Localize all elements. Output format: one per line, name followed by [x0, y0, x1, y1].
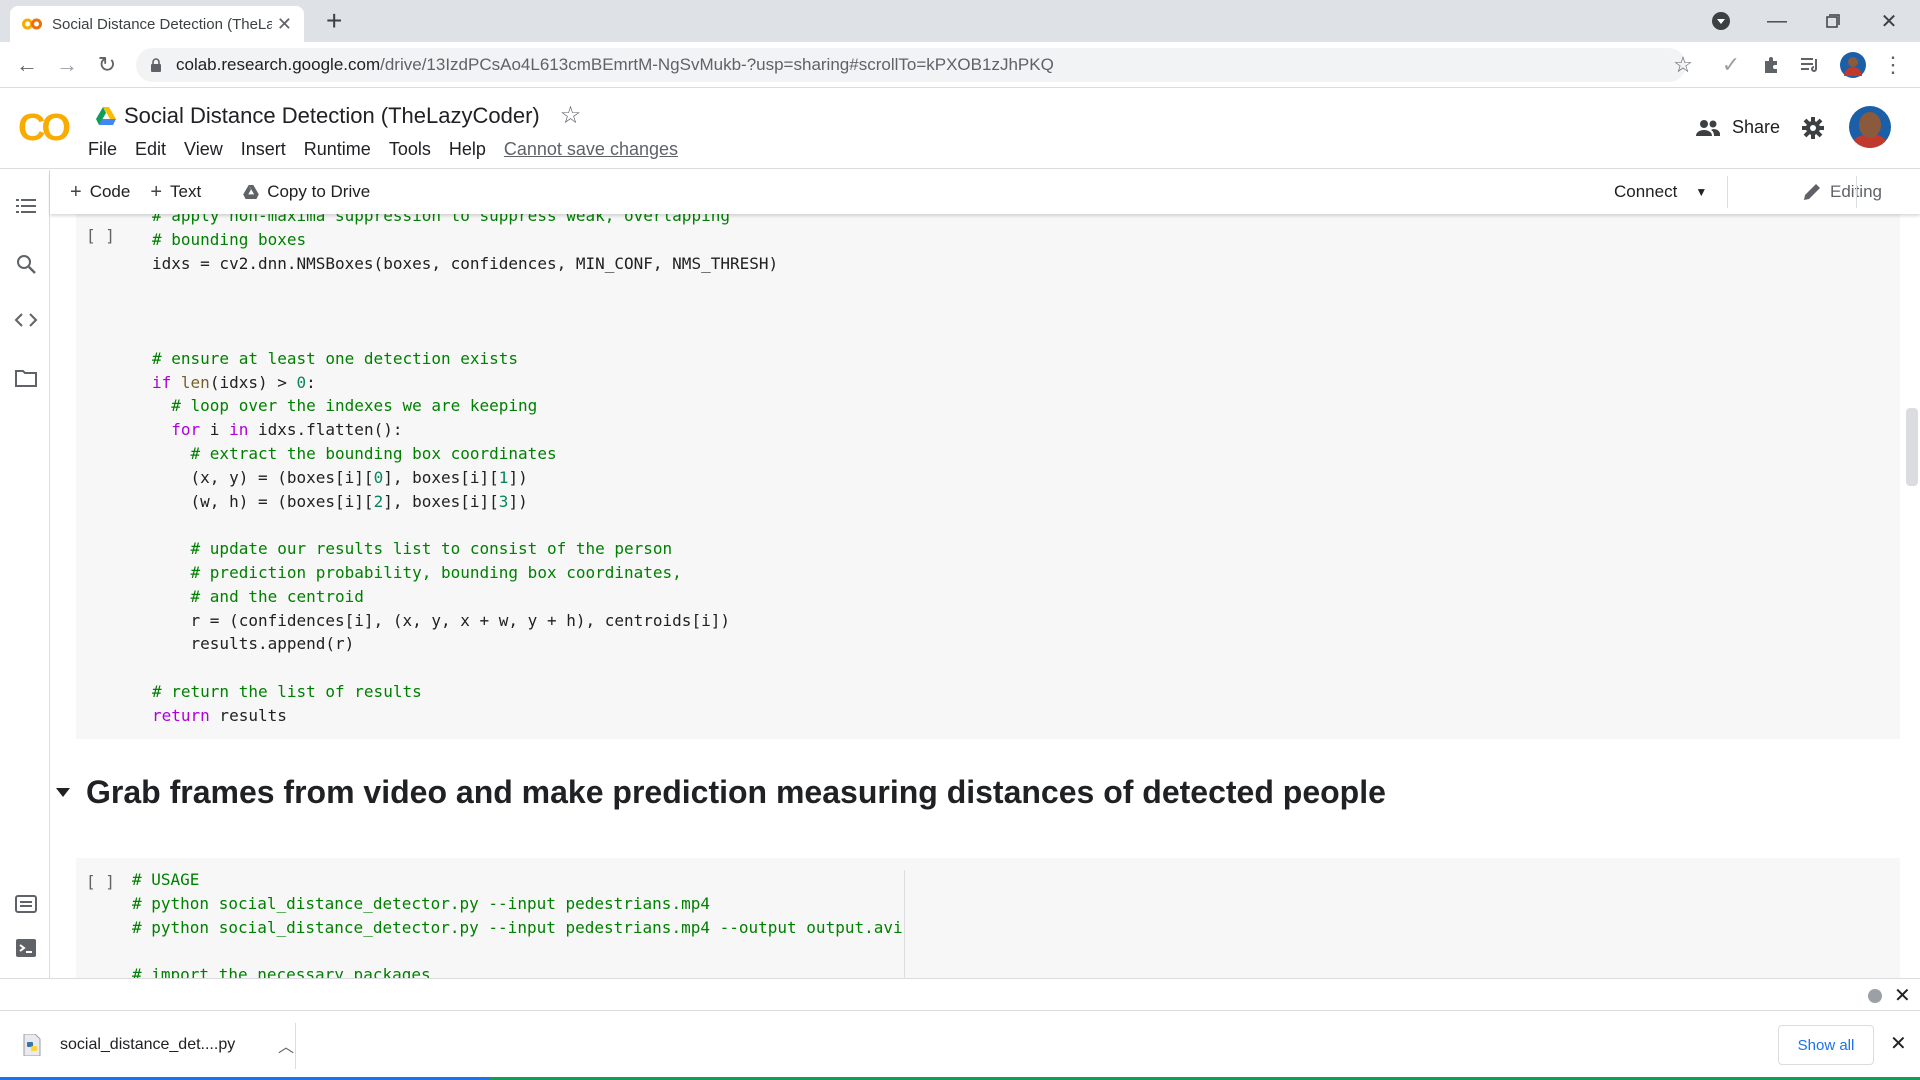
browser-tab[interactable]: Social Distance Detection (TheLa ✕: [10, 6, 304, 42]
bookmark-star-icon[interactable]: ☆: [1668, 50, 1698, 80]
profile-menu-icon[interactable]: [1698, 0, 1744, 42]
cell-source[interactable]: # USAGE # python social_distance_detecto…: [132, 868, 903, 978]
colab-favicon-icon: [22, 18, 42, 30]
account-avatar[interactable]: [1849, 106, 1891, 148]
add-text-button[interactable]: + Text: [150, 181, 201, 204]
menu-edit[interactable]: Edit: [135, 139, 166, 160]
show-all-button[interactable]: Show all: [1778, 1025, 1874, 1065]
extensions-puzzle-icon[interactable]: [1756, 50, 1786, 80]
back-icon[interactable]: ←: [12, 50, 42, 80]
google-drive-icon: [96, 106, 116, 125]
download-shelf: social_distance_det....py ︿ Show all ✕: [0, 1010, 1920, 1080]
colab-header: CO Social Distance Detection (TheLazyCod…: [0, 89, 1920, 169]
share-button[interactable]: Share: [1696, 117, 1780, 138]
menu-runtime[interactable]: Runtime: [304, 139, 371, 160]
shelf-divider: [295, 1023, 296, 1069]
drive-copy-icon: [243, 185, 259, 199]
media-queue-icon[interactable]: [1796, 50, 1826, 80]
python-file-icon: [23, 1034, 41, 1056]
toolbar-divider: [1727, 176, 1728, 208]
files-folder-icon[interactable]: [14, 366, 38, 390]
collapse-section-icon[interactable]: [56, 788, 70, 797]
menu-view[interactable]: View: [184, 139, 223, 160]
close-tab-icon[interactable]: ✕: [277, 14, 292, 35]
colab-logo[interactable]: CO: [18, 107, 71, 150]
profile-avatar-icon[interactable]: [1838, 50, 1868, 80]
browser-toolbar: ← → ↻ colab.research.google.com/drive/13…: [0, 42, 1920, 88]
section-header: Grab frames from video and make predicti…: [56, 774, 1386, 811]
minimize-icon[interactable]: —: [1754, 0, 1800, 42]
command-palette-icon[interactable]: [14, 892, 38, 916]
code-cell[interactable]: [ ] # USAGE # python social_distance_det…: [76, 858, 1900, 978]
new-tab-icon[interactable]: +: [326, 6, 342, 36]
left-sidebar: [0, 170, 50, 978]
run-cell-button[interactable]: [ ]: [86, 226, 115, 245]
url-path: /drive/13IzdPCsAo4L613cmBEmrtM-NgSvMukb-…: [380, 55, 1054, 74]
chevron-up-icon[interactable]: ︿: [278, 1033, 294, 1057]
copy-to-drive-button[interactable]: Copy to Drive: [243, 182, 370, 202]
cannot-save-link[interactable]: Cannot save changes: [504, 139, 678, 160]
chrome-menu-icon[interactable]: ⋮: [1878, 50, 1908, 80]
close-shelf-icon[interactable]: ✕: [1890, 1031, 1907, 1056]
code-snippets-icon[interactable]: [14, 308, 38, 332]
cell-divider: [904, 870, 905, 978]
notebook-content: [ ] # apply non-maxima suppression to su…: [50, 214, 1900, 978]
tab-title: Social Distance Detection (TheLa: [52, 15, 272, 33]
notebook-toolbar: + Code + Text Copy to Drive Connect ▼ Edit…: [50, 170, 1920, 214]
menu-help[interactable]: Help: [449, 139, 486, 160]
forward-icon[interactable]: →: [52, 50, 82, 80]
editing-mode-button[interactable]: Editing: [1802, 182, 1882, 202]
status-dot-icon: [1868, 989, 1882, 1003]
section-title: Grab frames from video and make predicti…: [86, 774, 1386, 810]
notebook-title[interactable]: Social Distance Detection (TheLazyCoder): [124, 103, 540, 129]
table-of-contents-icon[interactable]: [14, 194, 38, 218]
url-host: colab.research.google.com: [176, 55, 381, 74]
close-window-icon[interactable]: ✕: [1866, 0, 1912, 42]
reload-icon[interactable]: ↻: [92, 50, 122, 80]
connect-button[interactable]: Connect ▼: [1614, 182, 1707, 202]
close-status-icon[interactable]: ✕: [1894, 983, 1911, 1008]
menu-bar: File Edit View Insert Runtime Tools Help…: [88, 139, 696, 160]
notebook-title-area: Social Distance Detection (TheLazyCoder)…: [96, 101, 581, 130]
settings-gear-icon[interactable]: [1802, 117, 1824, 144]
download-item[interactable]: social_distance_det....py ︿: [22, 1025, 294, 1065]
add-code-label: Code: [89, 182, 131, 201]
code-cell[interactable]: [ ] # apply non-maxima suppression to su…: [76, 214, 1900, 739]
restore-icon[interactable]: [1810, 0, 1856, 42]
connect-label: Connect: [1614, 182, 1678, 201]
connect-dropdown-icon[interactable]: ▼: [1695, 185, 1707, 199]
add-code-button[interactable]: + Code: [70, 181, 130, 204]
address-bar[interactable]: colab.research.google.com/drive/13IzdPCs…: [136, 48, 1686, 82]
cell-source[interactable]: # apply non-maxima suppression to suppre…: [152, 214, 778, 728]
status-bar: ✕: [0, 978, 1920, 1010]
star-notebook-icon[interactable]: ☆: [560, 101, 582, 130]
toolbar-divider: [1856, 176, 1857, 208]
run-cell-button[interactable]: [ ]: [86, 872, 115, 891]
plus-icon: +: [70, 180, 82, 203]
menu-tools[interactable]: Tools: [389, 139, 431, 160]
check-extension-icon[interactable]: ✓: [1716, 50, 1746, 80]
people-icon: [1696, 119, 1720, 136]
menu-file[interactable]: File: [88, 139, 117, 160]
menu-insert[interactable]: Insert: [241, 139, 286, 160]
add-text-label: Text: [170, 182, 202, 201]
lock-icon: [151, 58, 161, 72]
copy-to-drive-label: Copy to Drive: [267, 182, 371, 201]
share-label: Share: [1732, 117, 1781, 137]
browser-tab-strip: Social Distance Detection (TheLa ✕ + — ✕: [0, 0, 1920, 42]
download-file-name: social_distance_det....py: [60, 1036, 236, 1053]
scrollbar-thumb[interactable]: [1906, 408, 1918, 486]
search-icon[interactable]: [14, 252, 38, 276]
url-text: colab.research.google.com/drive/13IzdPCs…: [176, 55, 1054, 75]
pencil-icon: [1804, 184, 1820, 200]
plus-icon: +: [150, 180, 163, 203]
terminal-icon[interactable]: [14, 936, 38, 960]
